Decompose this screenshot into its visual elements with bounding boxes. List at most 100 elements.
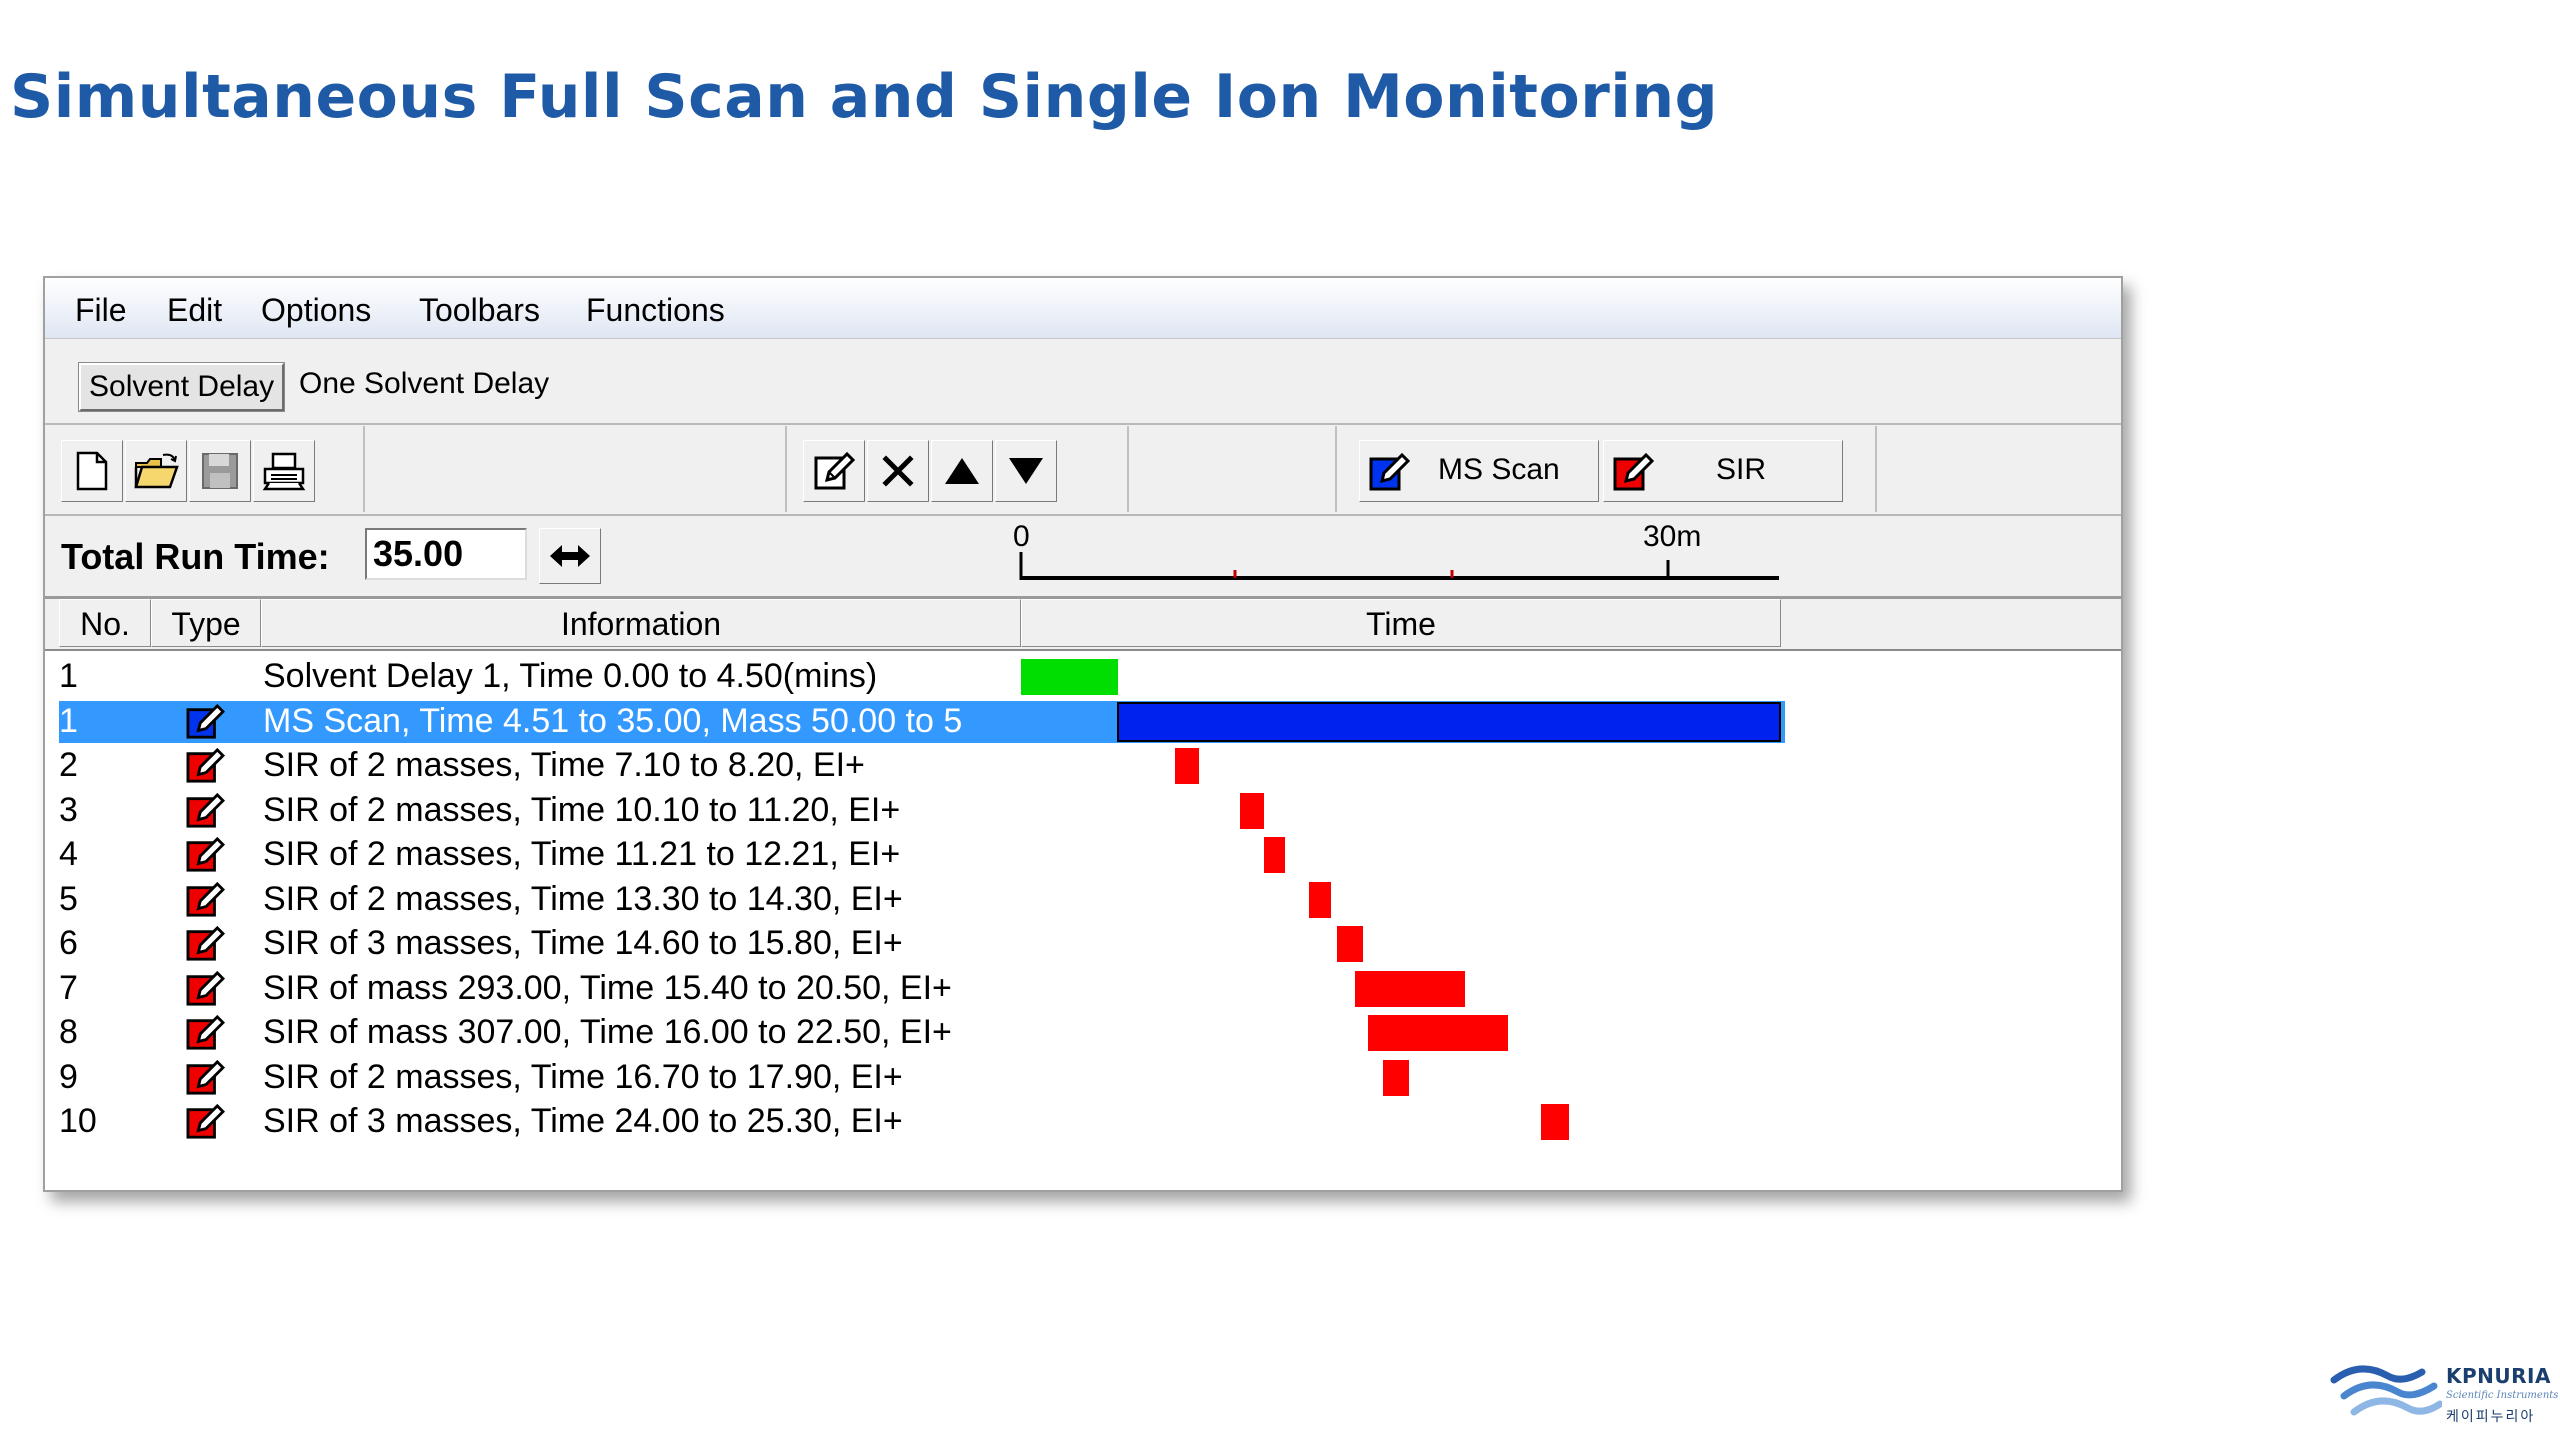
row-information: SIR of mass 293.00, Time 15.40 to 20.50,… xyxy=(263,968,952,1007)
sir-function-icon xyxy=(186,1059,225,1095)
row-information: SIR of mass 307.00, Time 16.00 to 22.50,… xyxy=(263,1013,952,1051)
function-list: No. Type Information Time 1 Solvent Delay… xyxy=(45,599,2121,1190)
ruler-30m-label: 30m xyxy=(1643,520,1702,553)
delete-function-button[interactable] xyxy=(867,440,929,502)
row-number: 7 xyxy=(59,968,78,1007)
row-number: 1 xyxy=(59,701,78,740)
save-button[interactable] xyxy=(189,440,251,502)
time-window-bar[interactable] xyxy=(1021,659,1119,695)
menu-functions[interactable]: Functions xyxy=(586,292,725,329)
sir-function-icon xyxy=(186,837,225,872)
print-button[interactable] xyxy=(253,440,315,502)
sir-icon xyxy=(1613,452,1654,491)
function-bar: Solvent Delay One Solvent Delay xyxy=(45,341,2121,425)
table-row[interactable]: 1 Solvent Delay 1, Time 0.00 to 4.50(mins… xyxy=(45,655,1785,700)
column-information[interactable]: Information xyxy=(261,599,1021,647)
open-folder-icon xyxy=(134,453,179,489)
function-description: One Solvent Delay xyxy=(299,367,550,400)
time-window-bar[interactable] xyxy=(1382,1059,1409,1096)
table-row[interactable]: 9 SIR of 2 masses, Time 16.70 to 17.90, E… xyxy=(45,1056,1785,1101)
row-number: 9 xyxy=(59,1057,78,1096)
run-time-bar: Total Run Time: 0 30m xyxy=(45,516,2121,599)
ms-scan-function-icon xyxy=(186,703,225,739)
row-number: 4 xyxy=(59,835,78,873)
logo-name: KPNURIA xyxy=(2446,1364,2551,1388)
arrow-down-icon xyxy=(1009,458,1043,484)
time-window-bar[interactable] xyxy=(1239,792,1264,829)
acquisition-method-window: File Edit Options Toolbars Functions Sol… xyxy=(43,276,2123,1192)
row-information: SIR of 3 masses, Time 14.60 to 15.80, EI… xyxy=(263,924,903,962)
sir-function-icon xyxy=(186,792,225,828)
solvent-delay-button[interactable]: Solvent Delay xyxy=(77,362,286,412)
row-information: SIR of 2 masses, Time 11.21 to 12.21, EI… xyxy=(263,835,901,873)
table-row[interactable]: 7 SIR of mass 293.00, Time 15.40 to 20.50… xyxy=(45,967,1785,1012)
file-toolbar-group xyxy=(45,426,365,512)
move-up-button[interactable] xyxy=(931,440,993,502)
table-header: No. Type Information Time xyxy=(45,599,2121,651)
table-row[interactable]: 10 SIR of 3 masses, Time 24.00 to 25.30, … xyxy=(45,1100,1785,1145)
new-file-button[interactable] xyxy=(61,440,123,502)
row-information: SIR of 2 masses, Time 10.10 to 11.20, EI… xyxy=(263,790,901,829)
slide-title: Simultaneous Full Scan and Single Ion Mo… xyxy=(10,62,1719,132)
time-window-bar[interactable] xyxy=(1309,881,1331,918)
sir-function-icon xyxy=(186,970,225,1006)
save-icon xyxy=(202,453,238,489)
row-number: 10 xyxy=(59,1102,97,1140)
row-information: SIR of 2 masses, Time 16.70 to 17.90, EI… xyxy=(263,1057,903,1096)
table-row[interactable]: 8 SIR of mass 307.00, Time 16.00 to 22.50… xyxy=(45,1011,1785,1056)
table-row[interactable]: 4 SIR of 2 masses, Time 11.21 to 12.21, E… xyxy=(45,833,1785,878)
edit-pencil-icon xyxy=(814,451,855,490)
sir-function-icon xyxy=(186,926,225,961)
table-row[interactable]: 3 SIR of 2 masses, Time 10.10 to 11.20, E… xyxy=(45,789,1785,834)
table-row[interactable]: 5 SIR of 2 masses, Time 13.30 to 14.30, E… xyxy=(45,878,1785,923)
row-number: 1 xyxy=(59,657,78,695)
time-window-bar[interactable] xyxy=(1354,970,1465,1007)
logo-subtitle: Scientific Instruments xyxy=(2446,1390,2559,1401)
menu-toolbars[interactable]: Toolbars xyxy=(419,292,540,329)
time-window-bar[interactable] xyxy=(1263,837,1286,873)
function-type-toolbar-group: MS Scan SIR xyxy=(1335,426,1877,512)
sir-function-icon xyxy=(186,748,225,783)
sir-button-label: SIR xyxy=(1716,453,1767,486)
sir-function-icon xyxy=(186,1104,225,1139)
time-window-bar[interactable] xyxy=(1367,1015,1509,1051)
table-row[interactable]: 2 SIR of 2 masses, Time 7.10 to 8.20, EI+ xyxy=(45,744,1785,789)
column-type[interactable]: Type xyxy=(151,599,261,647)
row-information: SIR of 2 masses, Time 13.30 to 14.30, EI… xyxy=(263,879,903,918)
menu-file[interactable]: File xyxy=(75,292,127,329)
wave-logo-icon xyxy=(2330,1365,2444,1416)
table-row[interactable]: 1 MS Scan, Time 4.51 to 35.00, Mass 50.00… xyxy=(45,700,1785,745)
logo-korean: 케이피누리아 xyxy=(2446,1409,2536,1425)
time-window-bar[interactable] xyxy=(1540,1104,1569,1140)
row-number: 5 xyxy=(59,879,78,918)
menu-bar: File Edit Options Toolbars Functions xyxy=(45,278,2121,339)
table-row[interactable]: 6 SIR of 3 masses, Time 14.60 to 15.80, E… xyxy=(45,922,1785,967)
ruler-start-label: 0 xyxy=(1013,520,1030,553)
row-number: 2 xyxy=(59,746,78,784)
delete-x-icon xyxy=(882,455,914,487)
ms-scan-icon xyxy=(1369,452,1410,491)
column-time[interactable]: Time xyxy=(1021,599,1781,647)
edit-function-button[interactable] xyxy=(803,440,865,502)
column-no[interactable]: No. xyxy=(59,599,151,647)
toolbar: MS Scan SIR xyxy=(45,426,2121,516)
open-file-button[interactable] xyxy=(125,440,187,502)
row-information: Solvent Delay 1, Time 0.00 to 4.50(mins) xyxy=(263,657,878,695)
row-number: 6 xyxy=(59,924,78,962)
time-window-bar[interactable] xyxy=(1337,926,1364,962)
row-information: MS Scan, Time 4.51 to 35.00, Mass 50.00 … xyxy=(263,701,963,740)
time-window-bar[interactable] xyxy=(1116,701,1781,742)
edit-toolbar-group xyxy=(785,426,1129,512)
kpnuria-logo: KPNURIA Scientific Instruments 케이피누리아 xyxy=(2330,1362,2560,1440)
arrow-up-icon xyxy=(945,458,979,484)
menu-options[interactable]: Options xyxy=(261,292,371,329)
sir-function-icon xyxy=(186,1015,225,1050)
add-ms-scan-button[interactable]: MS Scan xyxy=(1359,440,1599,502)
add-sir-button[interactable]: SIR xyxy=(1603,440,1843,502)
menu-edit[interactable]: Edit xyxy=(167,292,222,329)
move-down-button[interactable] xyxy=(995,440,1057,502)
time-window-bar[interactable] xyxy=(1174,748,1199,784)
time-ruler xyxy=(1019,552,1779,580)
new-file-icon xyxy=(76,451,108,491)
sir-function-icon xyxy=(186,881,225,917)
